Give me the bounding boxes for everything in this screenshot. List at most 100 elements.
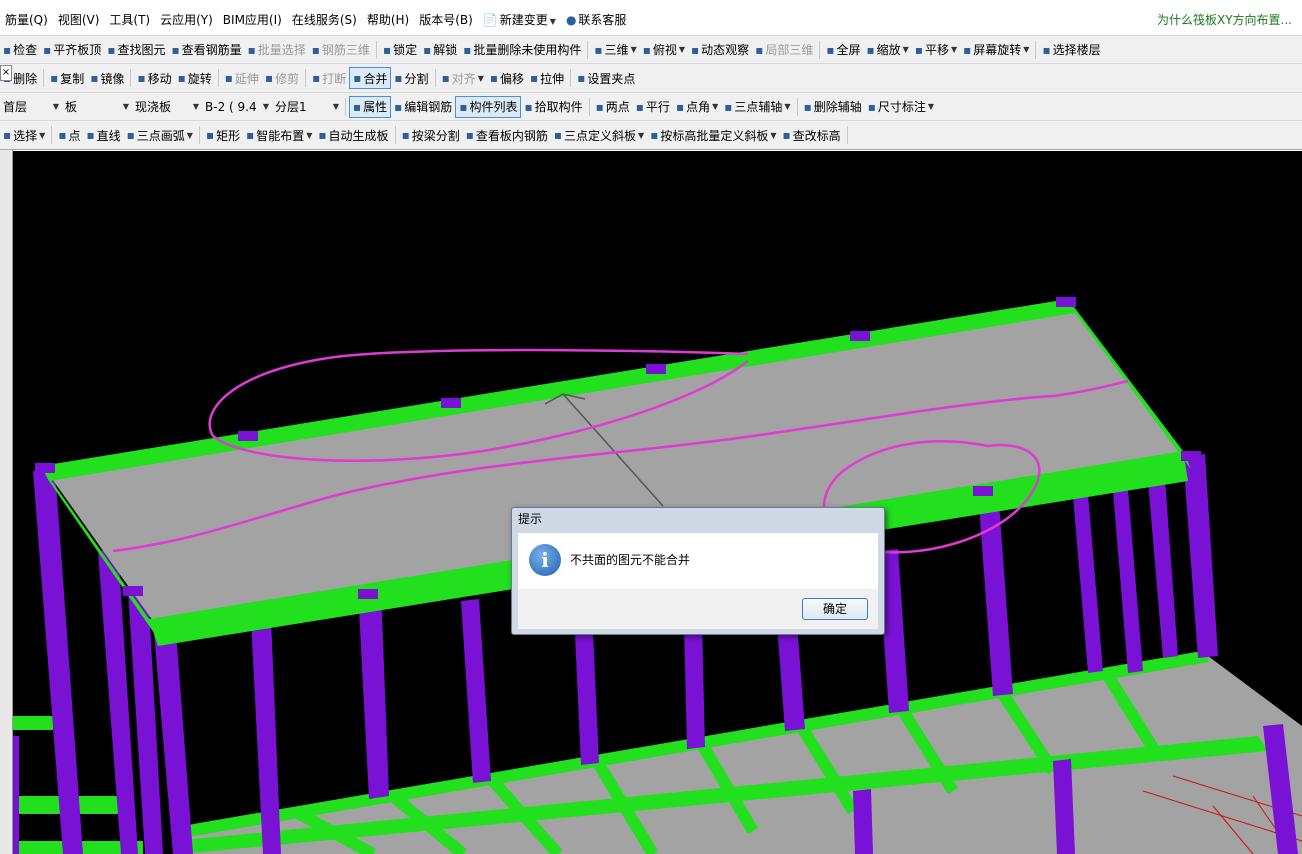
button-label: 三维 (604, 43, 629, 57)
elevation-button[interactable]: ▪ 查改标高 (780, 124, 844, 146)
delete-axis-button[interactable]: ▪ 删除辅轴 (801, 96, 865, 118)
cube-3d-button[interactable]: ▪ 三维 ▼ (591, 39, 639, 61)
dropdown-arrow-icon: ▼ (306, 130, 313, 140)
line-button[interactable]: ▪ 直线 (83, 124, 123, 146)
category-select[interactable]: 板 ▼ (62, 97, 132, 117)
auto-slab-button[interactable]: ▪ 自动生成板 (315, 124, 391, 146)
properties-button[interactable]: ▪ 属性 (349, 95, 392, 118)
dropdown-arrow-icon: ▼ (770, 130, 777, 140)
button-label: 编辑钢筋 (404, 100, 453, 114)
rotate-button[interactable]: ▪ 旋转 (175, 67, 215, 89)
rebar-button[interactable]: ▪ 查看钢筋量 (168, 39, 244, 61)
toolbar-separator (1035, 40, 1037, 59)
point-angle-button[interactable]: ▪ 点角 ▼ (673, 96, 721, 118)
button-label: 点角 (686, 100, 711, 114)
lock-button[interactable]: ▪ 锁定 (380, 39, 420, 61)
split-by-beam-button[interactable]: ▪ 按梁分割 (399, 124, 463, 146)
trim-button[interactable]: ▪ 修剪 (262, 67, 302, 89)
rebar-icon: ▪ (171, 42, 180, 57)
batch-slope-button[interactable]: ▪ 按标高批量定义斜板 ▼ (647, 124, 779, 146)
mirror-button[interactable]: ▪ 镜像 (87, 67, 127, 89)
binoculars-button[interactable]: ▪ 查找图元 (104, 39, 168, 61)
rectangle-button[interactable]: ▪ 矩形 (203, 124, 243, 146)
menu-item[interactable]: 筋量(Q) (0, 11, 53, 28)
component-list-button[interactable]: ▪ 构件列表 (455, 95, 522, 118)
ok-button[interactable]: 确定 (802, 598, 868, 620)
model-3d-view[interactable] (13, 151, 1302, 854)
left-panel-edge (0, 150, 13, 854)
contact-support-link[interactable]: ● 联系客服 (561, 11, 632, 28)
button-label: 动态观察 (701, 43, 750, 57)
menu-item[interactable]: BIM应用(I) (218, 11, 287, 28)
close-panel-icon[interactable]: × (0, 65, 12, 81)
two-point-button[interactable]: ▪ 两点 (593, 96, 633, 118)
menu-item[interactable]: 云应用(Y) (155, 11, 218, 28)
new-change-label: 新建变更 (499, 12, 548, 27)
dropdown-arrow-icon: ▼ (784, 102, 791, 111)
button-label: 解锁 (433, 43, 458, 57)
button-label: 平行 (645, 100, 670, 114)
arc-button[interactable]: ▪ 三点画弧 ▼ (124, 124, 196, 146)
zoom-button[interactable]: ▪ 缩放 ▼ (864, 39, 912, 61)
extend-button[interactable]: ▪ 延伸 (222, 67, 262, 89)
pan-hand-button[interactable]: ▪ 平移 ▼ (912, 39, 960, 61)
dropdown-arrow-icon: ▼ (332, 102, 339, 111)
break-icon: ▪ (312, 71, 321, 85)
local-3d-button[interactable]: ▪ 局部三维 (752, 39, 816, 61)
floor-select[interactable]: 首层 ▼ (0, 97, 62, 117)
menu-item[interactable]: 工具(T) (104, 11, 155, 28)
fullscreen-button[interactable]: ▪ 全屏 (823, 39, 863, 61)
type-select-value: 现浇板 (135, 100, 172, 114)
orbit-button[interactable]: ▪ 动态观察 (688, 39, 752, 61)
button-label: 局部三维 (765, 43, 814, 57)
copy-button[interactable]: ▪ 复制 (47, 67, 87, 89)
check-button[interactable]: ▪ 检查 (0, 39, 40, 61)
align-slab-button[interactable]: ▪ 平齐板顶 (40, 39, 104, 61)
view-slab-rebar-button[interactable]: ▪ 查看板内钢筋 (463, 124, 551, 146)
toolbar-separator (819, 40, 821, 59)
type-select[interactable]: 现浇板 ▼ (132, 97, 202, 117)
smart-layout-button[interactable]: ▪ 智能布置 ▼ (243, 124, 315, 146)
member-select[interactable]: B-2 ( 9.4 ▼ (202, 97, 272, 117)
batch-delete-button[interactable]: ▪ 批量删除未使用构件 (460, 39, 584, 61)
menu-item[interactable]: 帮助(H) (362, 11, 414, 28)
member-select-value: B-2 ( 9.4 (205, 99, 257, 114)
menu-item[interactable]: 视图(V) (53, 11, 105, 28)
dimension-button[interactable]: ▪ 尺寸标注 ▼ (865, 96, 937, 118)
local-3d-icon: ▪ (755, 42, 764, 57)
button-label: 合并 (363, 71, 388, 86)
point-button[interactable]: ▪ 点 (55, 124, 83, 146)
button-label: 按标高批量定义斜板 (660, 128, 769, 143)
unlock-button[interactable]: ▪ 解锁 (420, 39, 460, 61)
rebar-3d-button[interactable]: ▪ 钢筋三维 (309, 39, 373, 61)
component-list-icon: ▪ (459, 99, 468, 114)
three-point-axis-button[interactable]: ▪ 三点辅轴 ▼ (721, 96, 793, 118)
rectangle-icon: ▪ (205, 128, 215, 142)
stretch-button[interactable]: ▪ 拉伸 (527, 67, 567, 89)
edit-rebar-button[interactable]: ▪ 编辑钢筋 (391, 96, 455, 118)
rotate-screen-button[interactable]: ▪ 屏幕旋转 ▼ (960, 39, 1032, 61)
button-label: 查看板内钢筋 (475, 128, 548, 143)
button-label: 修剪 (275, 71, 300, 86)
top-view-button[interactable]: ▪ 俯视 ▼ (640, 39, 688, 61)
cursor-button[interactable]: ▪ 选择 ▼ (0, 124, 48, 146)
layer-select[interactable]: 分层1 ▼ (272, 97, 342, 117)
menu-item[interactable]: 在线服务(S) (287, 11, 362, 28)
split-button[interactable]: ▪ 分割 (391, 67, 431, 89)
3d-viewport[interactable] (13, 151, 1302, 854)
offset-button[interactable]: ▪ 偏移 (487, 67, 527, 89)
pick-button[interactable]: ▪ 拾取构件 (521, 96, 585, 118)
grip-button[interactable]: ▪ 设置夹点 (574, 67, 638, 89)
merge-button[interactable]: ▪ 合并 (349, 67, 392, 89)
menu-item[interactable]: 版本号(B) (414, 11, 478, 28)
three-point-slope-button[interactable]: ▪ 三点定义斜板 ▼ (551, 124, 647, 146)
align-button[interactable]: ▪ 对齐 ▼ (439, 67, 487, 89)
move-button[interactable]: ▪ 移动 (134, 67, 174, 89)
new-change-menu[interactable]: 📄 新建变更 ▼ (478, 11, 561, 28)
batch-select-button[interactable]: ▪ 批量选择 (245, 39, 309, 61)
parallel-button[interactable]: ▪ 平行 (633, 96, 673, 118)
help-hint-link[interactable]: 为什么筏板XY方向布置... (1157, 11, 1292, 28)
button-label: 直线 (96, 128, 121, 143)
floor-select-button[interactable]: ▪ 选择楼层 (1039, 39, 1103, 61)
break-button[interactable]: ▪ 打断 (309, 67, 349, 89)
